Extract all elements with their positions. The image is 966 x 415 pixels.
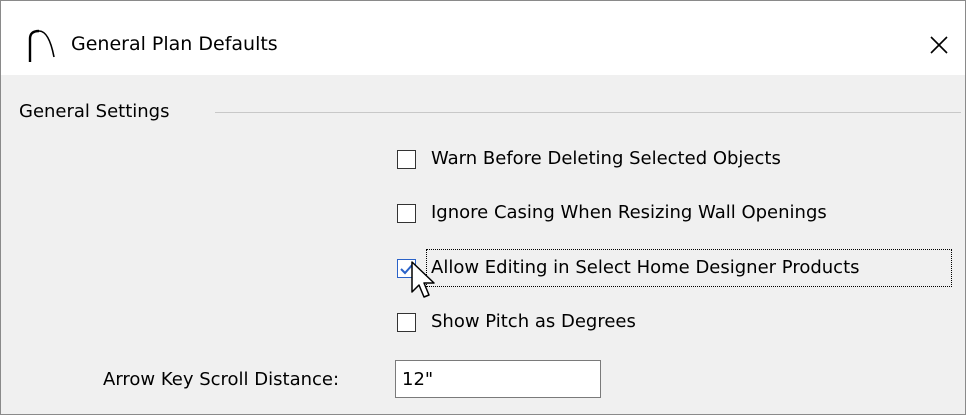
close-icon: [919, 36, 959, 69]
checkbox-label: Warn Before Deleting Selected Objects: [431, 148, 781, 169]
group-divider: [215, 112, 961, 113]
scroll-distance-label: Arrow Key Scroll Distance:: [103, 369, 340, 390]
checkbox-box[interactable]: [397, 150, 416, 169]
checkbox-label: Show Pitch as Degrees: [431, 311, 636, 332]
general-plan-defaults-dialog: General Plan Defaults General Settings W…: [0, 0, 966, 415]
checkbox-box[interactable]: [397, 313, 416, 332]
checkbox-label: Allow Editing in Select Home Designer Pr…: [431, 257, 860, 278]
window-title: General Plan Defaults: [71, 33, 278, 55]
title-bar: General Plan Defaults: [1, 1, 965, 75]
group-label-general-settings: General Settings: [19, 101, 170, 122]
checkbox-box[interactable]: [397, 204, 416, 223]
arch-icon: [27, 29, 57, 63]
scroll-distance-input[interactable]: [395, 360, 601, 398]
checkbox-label: Ignore Casing When Resizing Wall Opening…: [431, 202, 827, 223]
checkbox-box-checked[interactable]: [397, 259, 416, 278]
close-button[interactable]: [919, 25, 959, 65]
